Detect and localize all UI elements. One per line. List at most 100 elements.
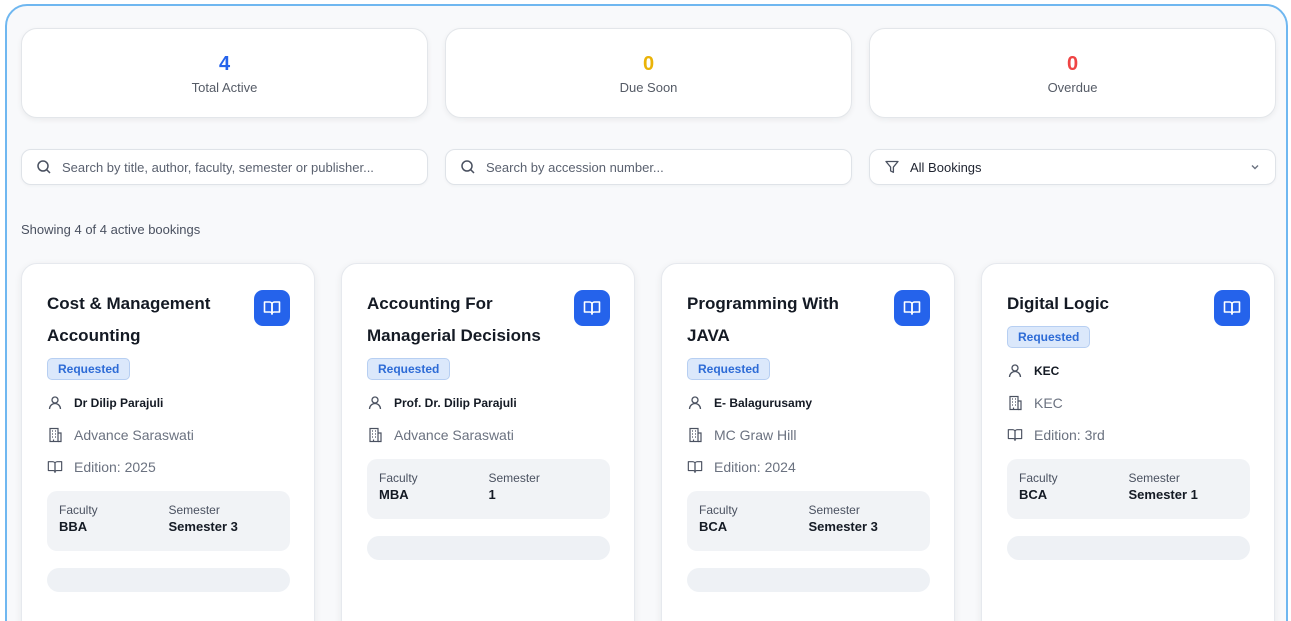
book-publisher: Advance Saraswati [394, 427, 514, 443]
faculty-semester-box: Faculty BCA Semester Semester 3 [687, 491, 930, 551]
author-row: E- Balagurusamy [687, 392, 930, 414]
user-icon [1008, 364, 1022, 378]
book-edition: Edition: 2025 [74, 459, 156, 475]
building-icon [1009, 395, 1022, 411]
progress-bar [367, 536, 610, 560]
search-icon [461, 160, 475, 174]
book-edition: Edition: 3rd [1034, 427, 1105, 443]
bookings-panel: 4 Total Active 0 Due Soon 0 Overdue All … [5, 4, 1288, 621]
edition-row: Edition: 2025 [47, 456, 290, 478]
stat-total-active: 4 Total Active [21, 28, 428, 118]
booking-card[interactable]: Accounting For Managerial Decisions Requ… [341, 263, 635, 621]
faculty-value: BBA [59, 519, 88, 534]
book-button[interactable] [254, 290, 290, 326]
user-icon [688, 396, 702, 410]
booking-card[interactable]: Programming With JAVA Requested E- Balag… [661, 263, 955, 621]
faculty-label: Faculty [379, 471, 418, 485]
status-badge: Requested [47, 358, 131, 380]
status-badge: Requested [687, 358, 771, 380]
edition-row: Edition: 2024 [687, 456, 930, 478]
book-button[interactable] [894, 290, 930, 326]
booking-card[interactable]: Cost & Management Accounting Requested D… [21, 263, 315, 621]
semester-value: Semester 3 [168, 519, 238, 534]
booking-filter-select[interactable]: All Bookings [869, 149, 1276, 185]
user-icon [368, 396, 382, 410]
stat-label: Total Active [191, 79, 258, 95]
faculty-semester-box: Faculty MBA Semester 1 [367, 459, 610, 519]
book-edition: Edition: 2024 [714, 459, 796, 475]
faculty-semester-box: Faculty BCA Semester Semester 1 [1007, 459, 1250, 519]
progress-bar [1007, 536, 1250, 560]
semester-label: Semester [488, 471, 540, 485]
building-icon [369, 427, 382, 443]
publisher-row: Advance Saraswati [47, 424, 290, 446]
semester-label: Semester [168, 503, 220, 517]
progress-bar [687, 568, 930, 592]
open-book-icon [1223, 301, 1241, 315]
author-row: Dr Dilip Parajuli [47, 392, 290, 414]
semester-label: Semester [1128, 471, 1180, 485]
faculty-value: BCA [699, 519, 728, 534]
edition-row: Edition: 3rd [1007, 424, 1250, 446]
open-book-icon [263, 301, 281, 315]
book-author: Prof. Dr. Dilip Parajuli [394, 396, 517, 410]
search-input[interactable] [62, 159, 413, 175]
stat-overdue: 0 Overdue [869, 28, 1276, 118]
stat-label: Due Soon [619, 79, 678, 95]
filters-row: All Bookings [21, 149, 1276, 185]
book-publisher: KEC [1034, 395, 1063, 411]
faculty-label: Faculty [699, 503, 738, 517]
semester-value: Semester 3 [808, 519, 878, 534]
book-publisher: Advance Saraswati [74, 427, 194, 443]
building-icon [49, 427, 62, 443]
publisher-row: KEC [1007, 392, 1250, 414]
faculty-value: MBA [379, 487, 409, 502]
book-button[interactable] [574, 290, 610, 326]
book-author: Dr Dilip Parajuli [74, 396, 164, 410]
building-icon [689, 427, 702, 443]
accession-search-field[interactable] [445, 149, 852, 185]
publisher-row: MC Graw Hill [687, 424, 930, 446]
open-book-icon [47, 461, 63, 473]
book-author: E- Balagurusamy [714, 396, 813, 410]
faculty-value: BCA [1019, 487, 1048, 502]
book-publisher: MC Graw Hill [714, 427, 797, 443]
faculty-label: Faculty [1019, 471, 1058, 485]
booking-cards: Cost & Management Accounting Requested D… [21, 263, 1275, 621]
open-book-icon [687, 461, 703, 473]
user-icon [48, 396, 62, 410]
search-field[interactable] [21, 149, 428, 185]
semester-value: Semester 1 [1128, 487, 1198, 502]
accession-search-input[interactable] [486, 159, 837, 175]
stat-value: 4 [218, 52, 231, 75]
search-icon [37, 160, 51, 174]
stat-label: Overdue [1047, 79, 1098, 95]
book-title: Digital Logic [1007, 294, 1109, 313]
stats-row: 4 Total Active 0 Due Soon 0 Overdue [21, 28, 1276, 118]
open-book-icon [1007, 429, 1023, 441]
chevron-down-icon [1251, 165, 1259, 170]
author-row: KEC [1007, 360, 1250, 382]
book-title: Cost & Management Accounting [47, 294, 211, 345]
booking-filter-value: All Bookings [910, 159, 982, 175]
stat-value: 0 [1066, 52, 1079, 75]
results-count: Showing 4 of 4 active bookings [21, 222, 201, 237]
book-title: Accounting For Managerial Decisions [367, 294, 541, 345]
semester-value: 1 [488, 487, 496, 502]
open-book-icon [903, 301, 921, 315]
faculty-semester-box: Faculty BBA Semester Semester 3 [47, 491, 290, 551]
book-button[interactable] [1214, 290, 1250, 326]
book-title: Programming With JAVA [687, 294, 839, 345]
faculty-label: Faculty [59, 503, 98, 517]
stat-value: 0 [642, 52, 655, 75]
status-badge: Requested [367, 358, 451, 380]
author-row: Prof. Dr. Dilip Parajuli [367, 392, 610, 414]
open-book-icon [583, 301, 601, 315]
progress-bar [47, 568, 290, 592]
stat-due-soon: 0 Due Soon [445, 28, 852, 118]
booking-card[interactable]: Digital Logic Requested KEC KEC Edition:… [981, 263, 1275, 621]
status-badge: Requested [1007, 326, 1091, 348]
book-author: KEC [1034, 364, 1060, 378]
filter-icon [885, 160, 899, 173]
semester-label: Semester [808, 503, 860, 517]
